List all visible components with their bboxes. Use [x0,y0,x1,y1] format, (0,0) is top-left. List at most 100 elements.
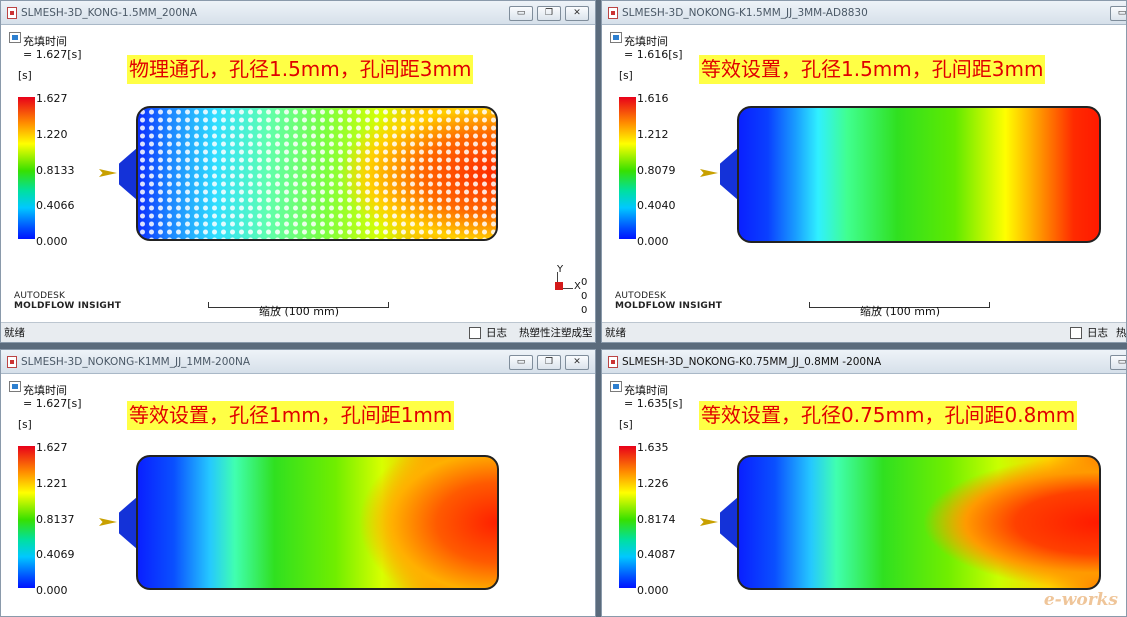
window-3-viewport[interactable]: 充填时间 = 1.627[s] [s] 1.627 1.221 0.8137 0… [1,375,595,616]
scale-tick: 1.627 [36,441,68,454]
annotation-heading: 等效设置，孔径1.5mm，孔间距3mm [699,55,1046,84]
legend-unit: [s] [18,70,32,82]
status-bar: 就绪 日志 热 [602,322,1127,342]
result-window-4[interactable]: SLMESH-3D_NOKONG-K0.75MM_JJ_0.8MM -200NA… [601,349,1127,617]
window-4-title: SLMESH-3D_NOKONG-K0.75MM_JJ_0.8MM -200NA [622,356,882,368]
legend-icon [610,381,622,392]
injection-pointer-icon [700,518,718,526]
autodesk-logo: AUTODESK [615,291,667,301]
injection-pointer-icon [700,169,718,177]
scale-label: 缩放 (100 mm) [860,305,941,318]
window-1-viewport[interactable]: 充填时间 = 1.627[s] [s] 1.627 1.220 0.8133 0… [1,26,595,322]
scale-tick: 1.220 [36,128,68,141]
scale-tick: 1.627 [36,92,68,105]
scale-tick: 0.8174 [637,513,676,526]
analysis-mode: 热 [1116,327,1127,339]
legend-title: 充填时间 [23,384,67,397]
minimize-button[interactable]: ▭ [509,6,533,21]
moldflow-logo: MOLDFLOW INSIGHT [14,301,122,311]
log-icon[interactable] [469,327,481,339]
result-window-3[interactable]: SLMESH-3D_NOKONG-K1MM_JJ_1MM-200NA ▭ ❐ ✕… [0,349,596,617]
status-ready: 就绪 [4,327,25,339]
gate-icon [119,497,137,549]
axis-coord: 0 [581,277,588,288]
color-scale-bar [18,97,35,239]
restore-button[interactable]: ❐ [537,6,561,21]
window-4-titlebar[interactable]: SLMESH-3D_NOKONG-K0.75MM_JJ_0.8MM -200NA… [602,350,1126,374]
watermark-logo: e-works [1043,590,1118,610]
axis-label-x: X [574,281,581,292]
window-3-titlebar[interactable]: SLMESH-3D_NOKONG-K1MM_JJ_1MM-200NA ▭ ❐ ✕ [1,350,595,374]
gate-icon [720,497,738,549]
annotation-heading: 等效设置，孔径0.75mm，孔间距0.8mm [699,401,1078,430]
scale-tick: 0.000 [637,235,669,248]
log-icon[interactable] [1070,327,1082,339]
minimize-button[interactable]: ▭ [1110,355,1126,370]
legend-title: 充填时间 [624,384,668,397]
document-icon [7,7,17,19]
annotation-heading: 物理通孔，孔径1.5mm，孔间距3mm [127,55,474,84]
scale-tick: 0.8079 [637,164,676,177]
restore-button[interactable]: ❐ [537,355,561,370]
scale-tick: 1.212 [637,128,669,141]
minimize-button[interactable]: ▭ [509,355,533,370]
analysis-mode: 热塑性注塑成型 [519,327,593,339]
log-button[interactable]: 日志 [1087,323,1108,342]
scale-tick: 1.635 [637,441,669,454]
scale-tick: 0.4087 [637,548,676,561]
scale-tick: 0.4069 [36,548,75,561]
result-window-2[interactable]: SLMESH-3D_NOKONG-K1.5MM_JJ_3MM-AD8830 ▭ … [601,0,1127,343]
window-4-viewport[interactable]: 充填时间 = 1.635[s] [s] 1.635 1.226 0.8174 0… [602,375,1126,616]
legend-unit: [s] [619,419,633,431]
gate-icon [119,148,137,200]
status-bar: 就绪 日志 热塑性注塑成型 [1,322,595,342]
axis-label-y: Y [557,264,564,275]
injection-pointer-icon [99,518,117,526]
close-button[interactable]: ✕ [565,6,589,21]
legend-icon [9,381,21,392]
color-scale-bar [18,446,35,588]
annotation-heading: 等效设置，孔径1mm，孔间距1mm [127,401,455,430]
legend-icon [610,32,622,43]
part-fill-plot [737,106,1101,243]
part-fill-plot [136,106,498,241]
window-1-titlebar[interactable]: SLMESH-3D_KONG-1.5MM_200NA ▭ ❐ ✕ [1,1,595,25]
scale-tick: 0.4040 [637,199,676,212]
legend-max-value: = 1.627[s] [23,397,82,410]
legend-max-value: = 1.616[s] [624,48,683,61]
gate-icon [720,148,738,200]
legend-max-value: = 1.635[s] [624,397,683,410]
scale-tick: 0.4066 [36,199,75,212]
window-2-title: SLMESH-3D_NOKONG-K1.5MM_JJ_3MM-AD8830 [622,7,868,19]
scale-tick: 0.000 [637,584,669,597]
window-1-title: SLMESH-3D_KONG-1.5MM_200NA [21,7,198,19]
scale-tick: 1.226 [637,477,669,490]
legend-title: 充填时间 [23,35,67,48]
scale-label: 缩放 (100 mm) [259,305,340,318]
legend-unit: [s] [18,419,32,431]
legend-title: 充填时间 [624,35,668,48]
axis-triad-origin [555,282,563,290]
window-2-viewport[interactable]: 充填时间 = 1.616[s] [s] 1.616 1.212 0.8079 0… [602,26,1126,322]
hole-pattern [138,108,496,239]
axis-coord: 0 [581,305,588,316]
color-scale-bar [619,97,636,239]
legend-icon [9,32,21,43]
minimize-button[interactable]: ▭ [1110,6,1126,21]
axis-coord: 0 [581,291,588,302]
document-icon [7,356,17,368]
color-scale-bar [619,446,636,588]
injection-pointer-icon [99,169,117,177]
scale-tick: 0.000 [36,584,68,597]
log-button[interactable]: 日志 [486,323,507,342]
scale-tick: 0.8137 [36,513,75,526]
scale-tick: 1.221 [36,477,68,490]
result-window-1[interactable]: SLMESH-3D_KONG-1.5MM_200NA ▭ ❐ ✕ 充填时间 = … [0,0,596,343]
scale-tick: 0.8133 [36,164,75,177]
close-button[interactable]: ✕ [565,355,589,370]
legend-unit: [s] [619,70,633,82]
window-3-title: SLMESH-3D_NOKONG-K1MM_JJ_1MM-200NA [21,356,251,368]
part-fill-plot [136,455,499,590]
legend-max-value: = 1.627[s] [23,48,82,61]
window-2-titlebar[interactable]: SLMESH-3D_NOKONG-K1.5MM_JJ_3MM-AD8830 ▭ [602,1,1126,25]
